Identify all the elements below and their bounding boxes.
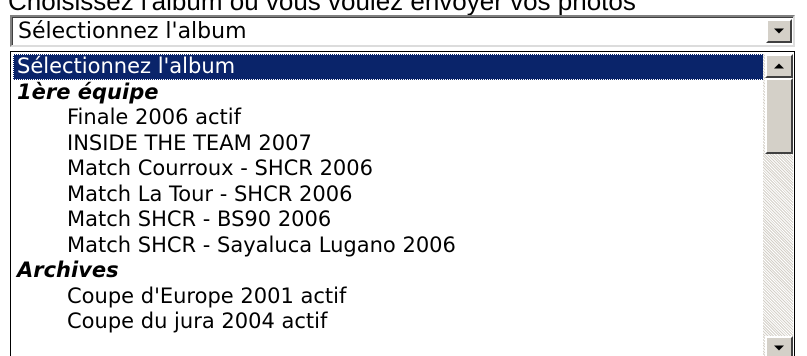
scroll-down-button[interactable]: [765, 336, 793, 356]
album-prompt: Choisissez l'album où vous voulez envoye…: [8, 0, 636, 16]
dropdown-option[interactable]: Match La Tour - SHCR 2006: [13, 182, 766, 208]
scrollbar[interactable]: [763, 54, 793, 356]
album-select[interactable]: Sélectionnez l'album: [10, 15, 795, 47]
album-dropdown-list[interactable]: Sélectionnez l'album 1ère équipe Finale 20…: [10, 51, 795, 356]
dropdown-option[interactable]: Sélectionnez l'album: [13, 54, 766, 80]
dropdown-option[interactable]: Coupe du jura 2004 actif: [13, 309, 766, 335]
album-select-value: Sélectionnez l'album: [18, 19, 247, 44]
chevron-down-icon: [774, 28, 784, 34]
dropdown-option[interactable]: Finale 2006 actif: [13, 105, 766, 131]
scroll-up-arrow-icon: [774, 63, 784, 69]
scroll-down-arrow-icon: [774, 345, 784, 351]
dropdown-option[interactable]: Match SHCR - BS90 2006: [13, 207, 766, 233]
option-list: Sélectionnez l'album 1ère équipe Finale 20…: [13, 54, 766, 335]
scrollbar-thumb[interactable]: [765, 78, 793, 154]
scroll-up-button[interactable]: [765, 54, 793, 78]
dropdown-option[interactable]: Coupe d'Europe 2001 actif: [13, 284, 766, 310]
option-group-label: Archives: [17, 258, 119, 282]
dropdown-option[interactable]: INSIDE THE TEAM 2007: [13, 131, 766, 157]
dropdown-option[interactable]: Match Courroux - SHCR 2006: [13, 156, 766, 182]
option-group-label: 1ère équipe: [17, 79, 159, 104]
dropdown-option[interactable]: Match SHCR - Sayaluca Lugano 2006: [13, 233, 766, 259]
dropdown-arrow-button[interactable]: [766, 19, 792, 43]
page: Choisissez l'album où vous voulez envoye…: [0, 0, 807, 356]
